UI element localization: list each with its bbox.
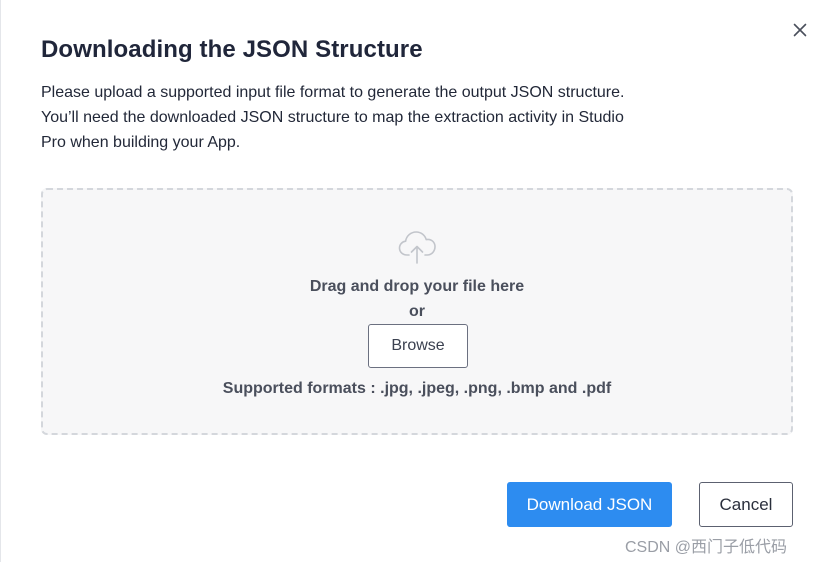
description-line: Please upload a supported input file for… (41, 84, 625, 101)
cancel-button[interactable]: Cancel (699, 482, 793, 527)
download-json-dialog: Downloading the JSON Structure Please up… (0, 0, 831, 562)
cloud-upload-icon (398, 231, 436, 264)
dialog-description: Please upload a supported input file for… (41, 80, 721, 155)
drag-drop-text: Drag and drop your file here (309, 278, 525, 295)
watermark-text: CSDN @西门子低代码 (625, 539, 788, 556)
file-dropzone[interactable]: Drag and drop your file here or Browse S… (41, 188, 793, 435)
description-line: You’ll need the downloaded JSON structur… (41, 109, 624, 126)
download-json-button[interactable]: Download JSON (507, 482, 672, 527)
browse-button[interactable]: Browse (368, 324, 468, 368)
or-text: or (409, 303, 425, 320)
description-line: Pro when building your App. (41, 134, 241, 151)
supported-formats-text: Supported formats : .jpg, .jpeg, .png, .… (222, 380, 612, 397)
close-icon (793, 23, 807, 37)
close-button[interactable] (789, 19, 811, 41)
dialog-title: Downloading the JSON Structure (41, 36, 423, 63)
